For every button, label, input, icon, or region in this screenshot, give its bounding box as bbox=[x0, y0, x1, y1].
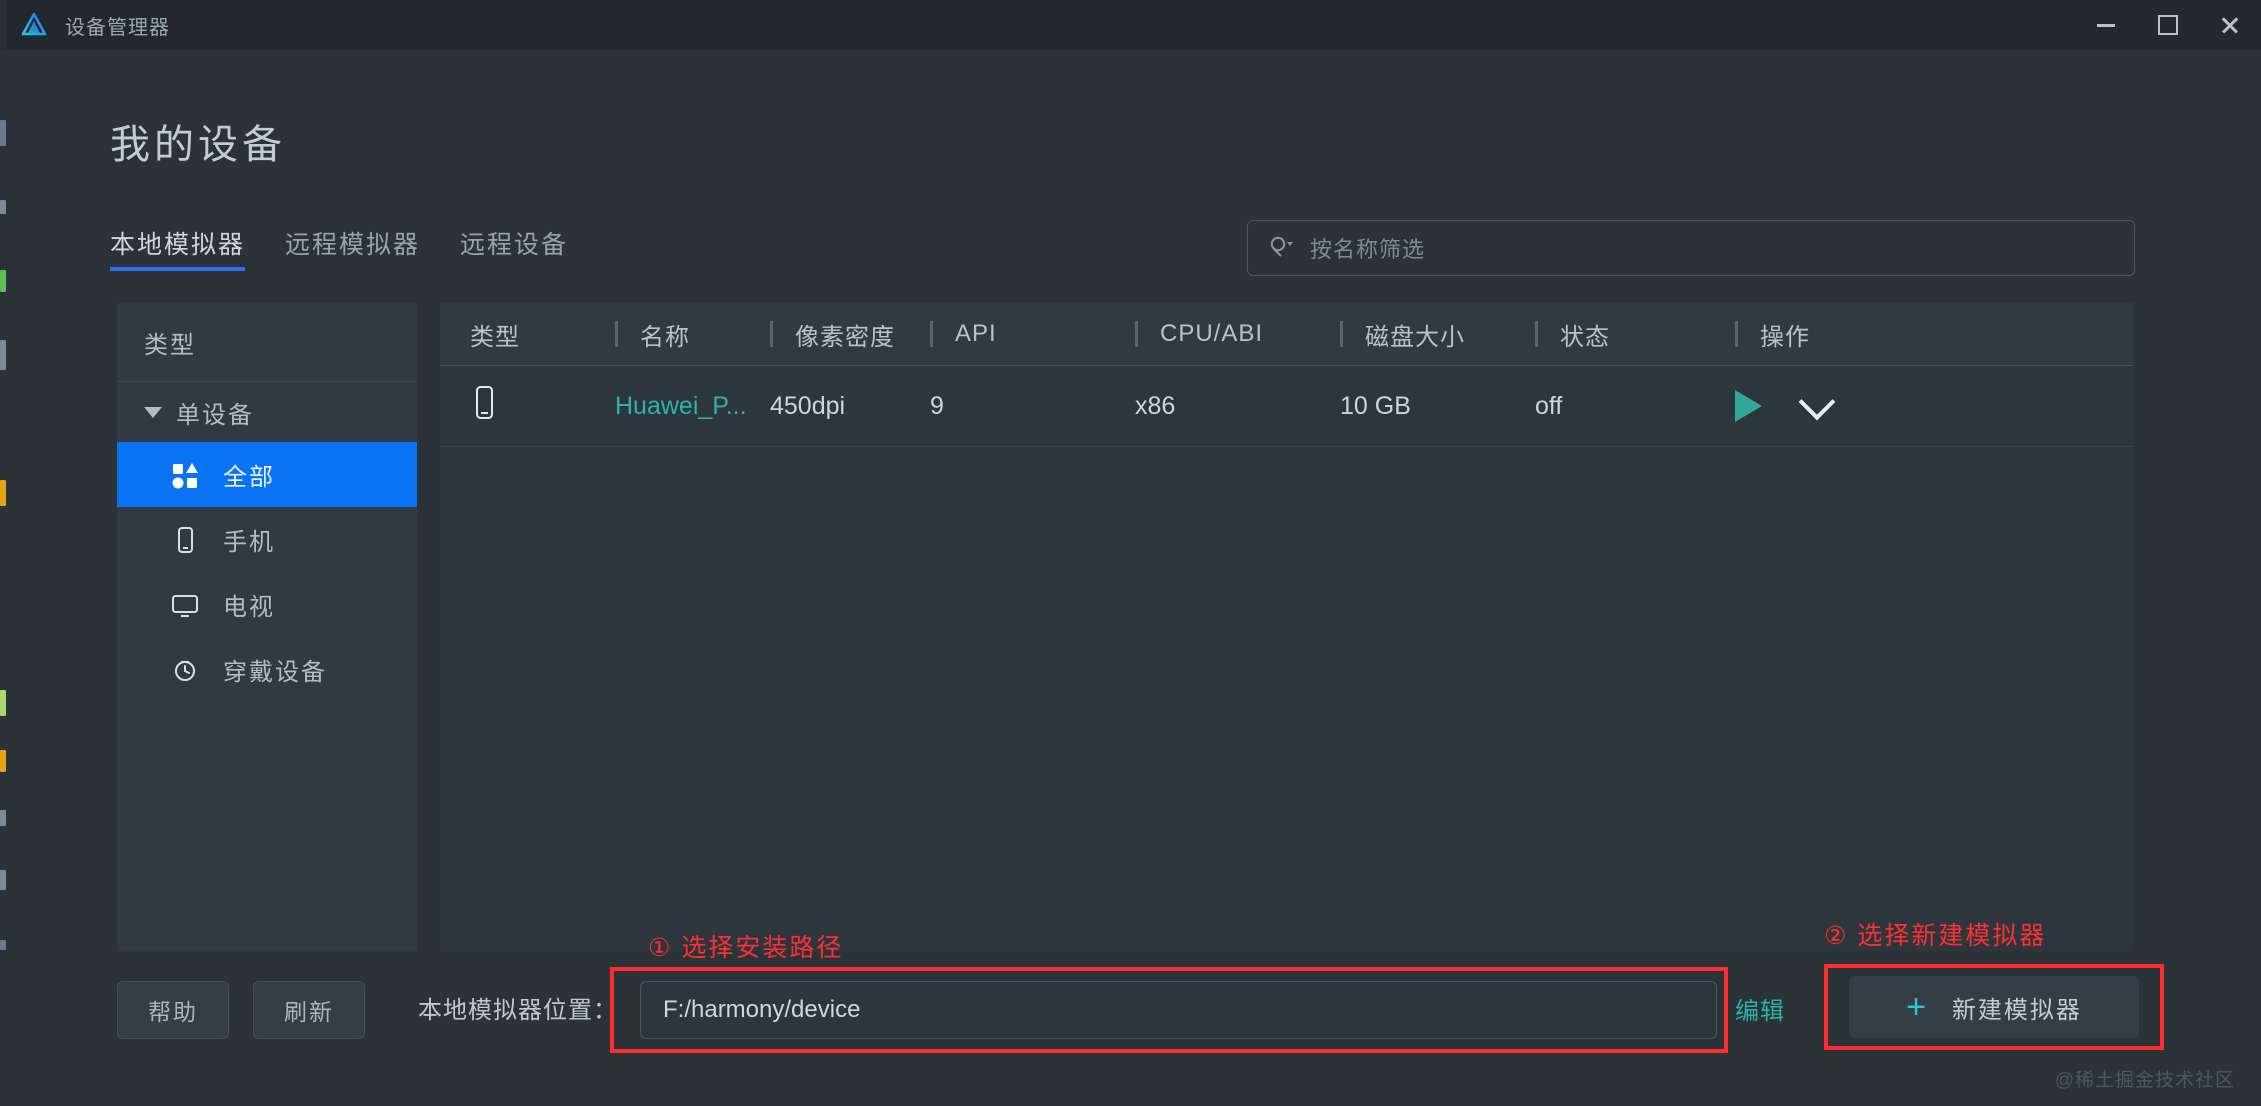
column-header-api[interactable]: API bbox=[955, 320, 997, 348]
chevron-down-icon bbox=[144, 407, 162, 418]
cell-cpu-abi: x86 bbox=[1135, 366, 1340, 446]
column-header-density[interactable]: 像素密度 bbox=[795, 317, 895, 352]
annotation-2-box bbox=[1824, 964, 2164, 1050]
background-window-strip bbox=[0, 50, 7, 1106]
table-row[interactable]: Huawei_P... 450dpi 9 x86 10 GB off bbox=[440, 366, 2133, 447]
app-logo-icon bbox=[21, 12, 47, 38]
help-button[interactable]: 帮助 bbox=[117, 981, 229, 1039]
watermark: @稀土掘金技术社区 bbox=[2055, 1065, 2235, 1092]
sidebar-group-single-device[interactable]: 单设备 bbox=[117, 382, 417, 442]
column-header-name[interactable]: 名称 bbox=[640, 317, 690, 352]
window-title: 设备管理器 bbox=[65, 11, 170, 40]
column-header-actions[interactable]: 操作 bbox=[1760, 317, 1810, 352]
search-input[interactable]: 按名称筛选 bbox=[1247, 220, 2135, 276]
sidebar-item-all[interactable]: 全部 bbox=[117, 442, 417, 507]
sidebar-item-phone[interactable]: 手机 bbox=[117, 507, 417, 572]
sidebar-item-tv[interactable]: 电视 bbox=[117, 572, 417, 637]
column-header-disk[interactable]: 磁盘大小 bbox=[1365, 317, 1465, 352]
table-header-row: 类型 名称 像素密度 API CPU/ABI 磁盘大小 状态 操作 bbox=[440, 303, 2133, 366]
sidebar-item-label: 电视 bbox=[223, 587, 275, 622]
cell-disk-size: 10 GB bbox=[1340, 366, 1535, 446]
close-button[interactable] bbox=[2199, 0, 2261, 50]
refresh-button[interactable]: 刷新 bbox=[253, 981, 365, 1039]
tab-bar: 本地模拟器 远程模拟器 远程设备 bbox=[110, 225, 568, 271]
play-icon[interactable] bbox=[1735, 390, 1762, 422]
tab-remote-emulator[interactable]: 远程模拟器 bbox=[285, 225, 420, 271]
sidebar-item-wearable[interactable]: 穿戴设备 bbox=[117, 637, 417, 702]
cell-status: off bbox=[1535, 366, 1735, 446]
type-sidebar: 类型 单设备 全部 手机 bbox=[117, 303, 417, 951]
watch-icon bbox=[169, 654, 201, 686]
close-icon bbox=[2220, 15, 2240, 35]
search-icon bbox=[1268, 235, 1294, 261]
edit-link[interactable]: 编辑 bbox=[1735, 991, 1785, 1026]
minimize-button[interactable] bbox=[2075, 0, 2137, 50]
sidebar-item-label: 手机 bbox=[223, 522, 275, 557]
device-table-panel: 类型 名称 像素密度 API CPU/ABI 磁盘大小 状态 操作 Huawei… bbox=[440, 303, 2133, 951]
annotation-2-text: ② 选择新建模拟器 bbox=[1824, 916, 2046, 952]
cell-actions bbox=[1735, 366, 1935, 446]
annotation-1-text: ① 选择安装路径 bbox=[648, 928, 843, 964]
column-header-cpu-abi[interactable]: CPU/ABI bbox=[1160, 320, 1263, 348]
tab-remote-device[interactable]: 远程设备 bbox=[460, 225, 568, 271]
tv-icon bbox=[169, 589, 201, 621]
chevron-down-icon[interactable] bbox=[1799, 384, 1836, 421]
cell-density: 450dpi bbox=[770, 366, 930, 446]
maximize-button[interactable] bbox=[2137, 0, 2199, 50]
minimize-icon bbox=[2097, 24, 2115, 27]
column-header-status[interactable]: 状态 bbox=[1560, 317, 1610, 352]
column-header-type[interactable]: 类型 bbox=[440, 303, 615, 365]
phone-icon bbox=[470, 385, 498, 428]
sidebar-header: 类型 bbox=[117, 303, 417, 382]
cell-type-icon bbox=[440, 366, 615, 446]
sidebar-group-label: 单设备 bbox=[176, 395, 254, 430]
phone-icon bbox=[169, 524, 201, 556]
window-controls bbox=[2075, 0, 2261, 50]
cell-device-name[interactable]: Huawei_P... bbox=[615, 366, 770, 446]
path-label: 本地模拟器位置： bbox=[418, 990, 618, 1025]
tab-local-emulator[interactable]: 本地模拟器 bbox=[110, 225, 245, 271]
title-bar: 设备管理器 bbox=[7, 0, 2261, 50]
search-placeholder: 按名称筛选 bbox=[1310, 232, 1425, 264]
app-window: 设备管理器 我的设备 本地模拟器 远程模拟器 远程设备 按名称筛选 类型 单设备 bbox=[0, 0, 2261, 1106]
page-title: 我的设备 bbox=[110, 112, 286, 170]
maximize-icon bbox=[2158, 15, 2178, 35]
shapes-icon bbox=[169, 459, 201, 491]
cell-api: 9 bbox=[930, 366, 1135, 446]
annotation-1-box bbox=[610, 967, 1728, 1053]
sidebar-item-label: 全部 bbox=[223, 457, 275, 492]
sidebar-item-label: 穿戴设备 bbox=[223, 652, 327, 687]
